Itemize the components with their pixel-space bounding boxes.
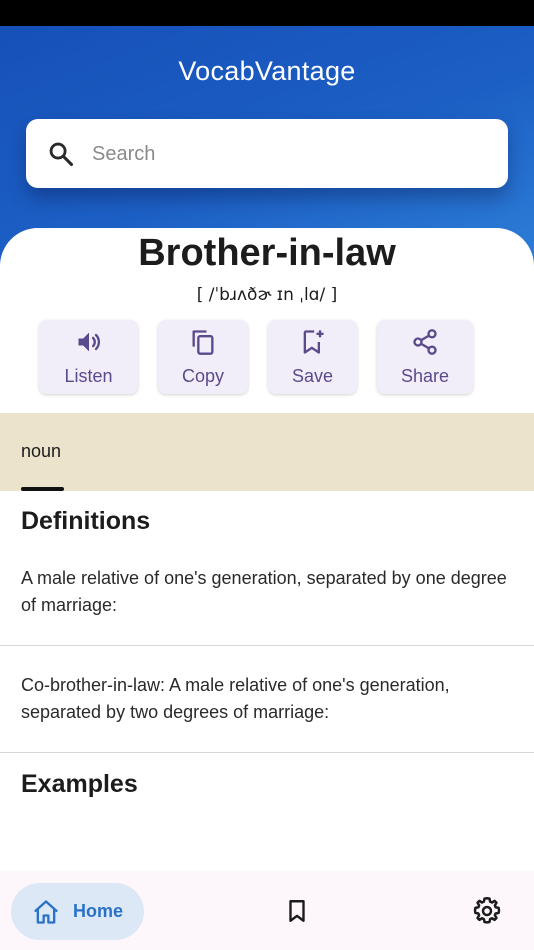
copy-label: Copy xyxy=(181,366,225,386)
definition-item: Co-brother-in-law: A male relative of on… xyxy=(21,675,450,722)
share-label: Share xyxy=(400,366,450,386)
copy-icon xyxy=(192,330,214,355)
settings-icon[interactable] xyxy=(472,896,502,926)
search-icon[interactable] xyxy=(47,140,75,168)
share-button[interactable]: Share xyxy=(377,320,473,394)
word-title: Brother-in-law xyxy=(138,232,396,274)
bookmark-add-icon xyxy=(303,330,323,354)
listen-label: Listen xyxy=(64,366,113,386)
active-tab-indicator xyxy=(21,487,64,491)
save-button[interactable]: Save xyxy=(268,320,357,394)
tab-noun[interactable]: noun xyxy=(21,441,61,462)
nav-home-label: Home xyxy=(73,901,124,921)
status-bar xyxy=(0,0,534,26)
divider xyxy=(0,645,534,646)
app-title: VocabVantage xyxy=(178,56,356,86)
phonetic-transcription: [ /ˈbɹʌðɚ ɪn ˌlɑ/ ] xyxy=(196,285,338,305)
share-icon xyxy=(413,329,437,355)
search-input[interactable] xyxy=(92,138,472,170)
copy-button[interactable]: Copy xyxy=(158,320,248,394)
nav-home[interactable]: Home xyxy=(11,883,144,940)
bookmark-icon[interactable] xyxy=(284,897,310,925)
part-of-speech-tabs xyxy=(0,413,534,491)
definitions-heading: Definitions xyxy=(21,507,151,535)
examples-heading: Examples xyxy=(21,770,138,798)
definition-item: A male relative of one's generation, sep… xyxy=(21,568,507,615)
save-label: Save xyxy=(291,366,334,386)
home-icon xyxy=(34,900,58,924)
speaker-icon xyxy=(78,332,100,352)
listen-button[interactable]: Listen xyxy=(39,320,138,394)
divider xyxy=(0,752,534,753)
